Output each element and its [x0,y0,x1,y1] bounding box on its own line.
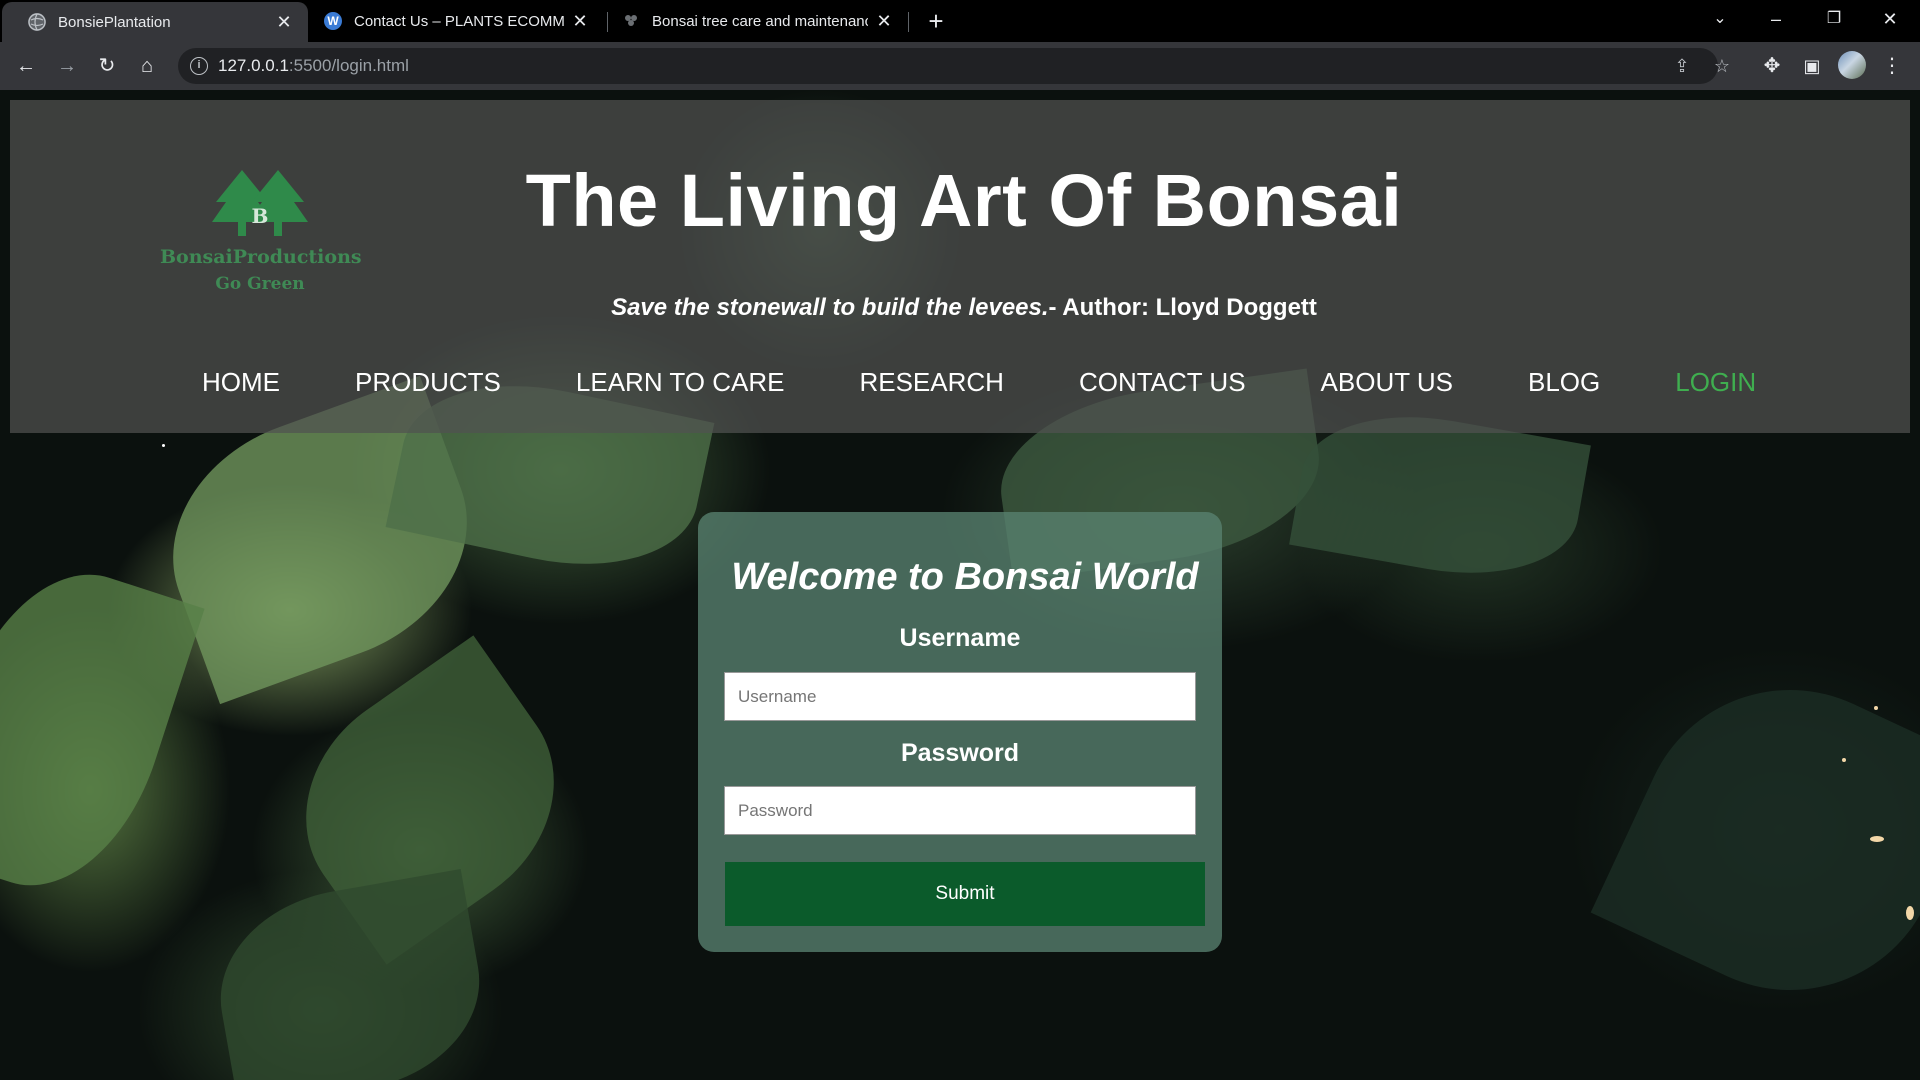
logo-tagline: Go Green [215,274,305,294]
address-bar[interactable]: i 127.0.0.1:5500/login.html ⇪ ☆ [178,48,1730,84]
submit-button[interactable]: Submit [725,862,1205,926]
browser-toolbar: ← → ↻ ⌂ i 127.0.0.1:5500/login.html ⇪ ☆ … [0,42,1920,90]
tab-search-chevron-icon[interactable]: ⌄ [1692,0,1748,40]
nav-login[interactable]: LOGIN [1675,362,1756,402]
url-host: 127.0.0.1 [218,56,289,75]
minimize-icon[interactable]: – [1748,0,1804,40]
home-icon[interactable]: ⌂ [131,50,163,82]
share-icon[interactable]: ⇪ [1668,52,1696,80]
nav-learn-to-care[interactable]: LEARN TO CARE [576,362,785,402]
browser-tab-strip: BonsiePlantation ✕ W Contact Us – PLANTS… [0,0,1920,42]
speck-decoration [1842,758,1846,762]
header-banner: B BonsaiProductions Go Green The Living … [10,100,1910,433]
nav-home[interactable]: HOME [202,362,280,402]
tab-title: BonsiePlantation [58,13,171,31]
wordpress-icon: W [324,12,342,30]
site-info-icon[interactable]: i [190,57,208,75]
close-tab-icon[interactable]: ✕ [274,12,294,32]
nav-contact-us[interactable]: CONTACT US [1079,362,1246,402]
leaf-decoration [0,546,205,914]
login-card: Welcome to Bonsai World Username Passwor… [698,512,1222,952]
globe-icon [28,13,46,31]
forward-arrow-icon[interactable]: → [51,50,83,82]
tab-bonsai-care[interactable]: Bonsai tree care and maintenance ✕ [608,0,908,42]
url-text[interactable]: 127.0.0.1:5500/login.html [218,48,409,84]
quote-author: - Author: Lloyd Doggett [1048,294,1317,321]
close-tab-icon[interactable]: ✕ [874,11,894,31]
username-label: Username [899,624,1021,652]
tab-contact-us[interactable]: W Contact Us – PLANTS ECOMMERCE ✕ [308,0,604,42]
tab-bonsieplantation[interactable]: BonsiePlantation ✕ [2,2,308,42]
profile-avatar[interactable] [1838,51,1866,79]
url-path: :5500/login.html [288,56,409,75]
close-tab-icon[interactable]: ✕ [570,11,590,31]
speck-decoration [1906,906,1914,920]
reload-icon[interactable]: ↻ [91,50,123,82]
nav-research[interactable]: RESEARCH [859,362,1003,402]
nav-about-us[interactable]: ABOUT US [1321,362,1453,402]
site-heading: The Living Art Of Bonsai [525,159,1403,242]
page-background: B BonsaiProductions Go Green The Living … [0,90,1920,1080]
password-label: Password [900,739,1020,767]
tab-title: Bonsai tree care and maintenance [652,12,868,30]
leaf-decoration [204,868,496,1080]
nav-blog[interactable]: BLOG [1528,362,1600,402]
new-tab-button[interactable]: + [922,7,950,35]
close-window-icon[interactable]: ✕ [1862,0,1918,40]
tab-title: Contact Us – PLANTS ECOMMERCE [354,12,564,30]
tab-separator [908,12,909,32]
main-nav: HOME PRODUCTS LEARN TO CARE RESEARCH CON… [202,362,1831,402]
side-panel-icon[interactable]: ▣ [1796,50,1828,82]
speck-decoration [162,444,165,447]
bonsai-favicon-icon [622,12,640,30]
bookmark-star-icon[interactable]: ☆ [1708,52,1736,80]
speck-decoration [1874,706,1878,710]
nav-products[interactable]: PRODUCTS [355,362,501,402]
extensions-puzzle-icon[interactable]: ✥ [1756,50,1788,82]
username-input[interactable] [724,672,1196,721]
speck-decoration [1870,836,1884,842]
menu-kebab-icon[interactable]: ⋮ [1876,50,1908,82]
password-input[interactable] [724,786,1196,835]
restore-icon[interactable]: ❐ [1806,0,1862,40]
back-arrow-icon[interactable]: ← [10,50,42,82]
login-title: Welcome to Bonsai World [731,556,1199,598]
quote-text: Save the stonewall to build the levees. [611,294,1049,321]
site-quote: Save the stonewall to build the levees.-… [10,294,1910,322]
logo-brand-name: BonsaiProductions [160,246,362,268]
